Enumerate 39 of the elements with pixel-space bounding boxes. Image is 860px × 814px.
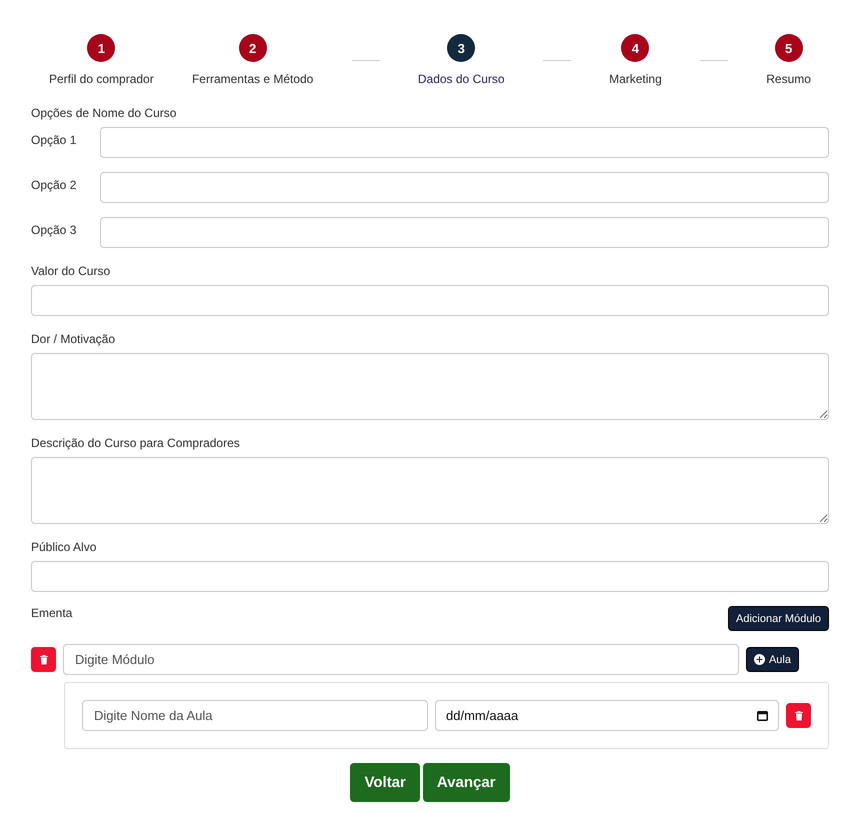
section-label: Ementa [31, 606, 72, 620]
date-field[interactable]: dd/mm/aaaa [435, 700, 779, 731]
step-label: Dados do Curso [418, 72, 505, 86]
input-field[interactable] [100, 127, 829, 158]
trash-icon [38, 654, 48, 665]
step-number[interactable]: 1 [87, 34, 116, 62]
text-area[interactable] [31, 353, 829, 420]
step-label: Perfil do comprador [49, 72, 154, 86]
field-label: Opção 1 [31, 132, 78, 147]
field-label: Dor / Motivação [31, 332, 116, 346]
delete-button[interactable] [786, 703, 811, 728]
input-field[interactable]: Digite Nome da Aula [82, 700, 428, 731]
nav-button[interactable]: Voltar [350, 763, 420, 802]
input-field[interactable] [31, 561, 829, 592]
step-label: Ferramentas e Método [192, 72, 314, 86]
calendar-icon [757, 710, 768, 721]
field-label: Opção 3 [31, 222, 78, 237]
add-lesson-button[interactable]: Aula [746, 647, 799, 672]
add-module-button[interactable]: Adicionar Módulo [728, 606, 829, 631]
step-label: Marketing [609, 72, 662, 86]
field-label: Opção 2 [31, 177, 78, 192]
text-area[interactable] [31, 457, 829, 524]
step-label: Resumo [766, 72, 811, 86]
input-field[interactable] [100, 217, 829, 248]
field-label: Público Alvo [31, 540, 98, 554]
nav-button[interactable]: Avançar [422, 763, 510, 802]
delete-button[interactable] [31, 647, 56, 672]
field-label: Descrição do Curso para Compradores [31, 436, 241, 450]
input-field[interactable] [100, 172, 829, 203]
field-label: Valor do Curso [31, 264, 112, 278]
step-number[interactable]: 5 [774, 34, 803, 62]
step-number[interactable]: 3 [447, 34, 476, 62]
plus-circle-icon [754, 654, 765, 665]
trash-icon [794, 710, 804, 721]
input-field[interactable] [31, 285, 829, 316]
step-number[interactable]: 2 [238, 34, 267, 62]
input-field[interactable]: Digite Módulo [63, 644, 739, 675]
step-number[interactable]: 4 [621, 34, 650, 62]
section-label: Opções de Nome do Curso [31, 106, 178, 120]
